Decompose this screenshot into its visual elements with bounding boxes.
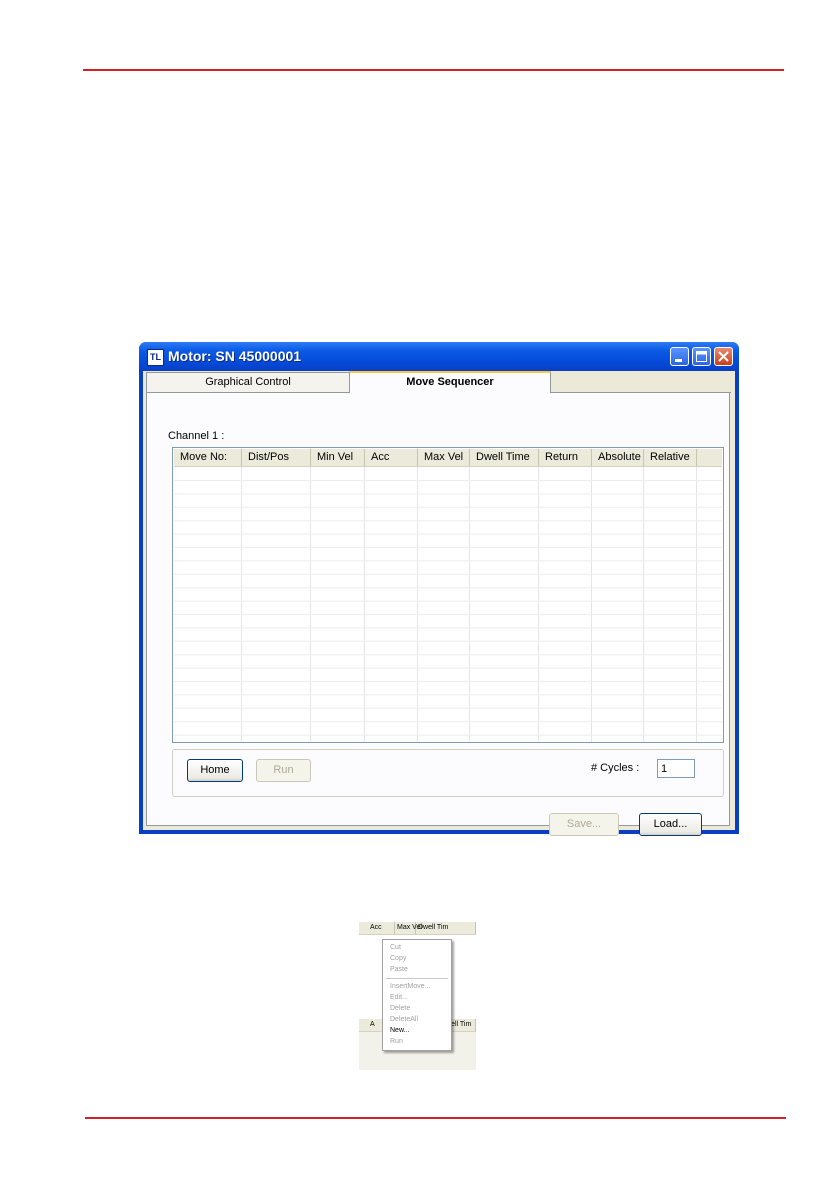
- context-menu-snippet: Acc Max Vel Dwell Tim A well Tim Cut Cop…: [359, 922, 476, 1070]
- cycles-label: # Cycles :: [591, 762, 640, 774]
- table-grid: [174, 467, 722, 742]
- move-sequence-table[interactable]: Move No: Dist/Pos Min Vel Acc Max Vel Dwell T…: [172, 447, 724, 743]
- column-header[interactable]: Dist/Pos: [242, 449, 311, 466]
- minimize-button[interactable]: [670, 347, 689, 366]
- column-header[interactable]: Max Vel: [418, 449, 470, 466]
- column-header[interactable]: Absolute: [592, 449, 644, 466]
- snippet-col: Max Vel: [395, 922, 422, 934]
- footer-rule: [85, 1117, 786, 1119]
- menu-item-delete-all[interactable]: DeleteAll: [390, 1015, 418, 1024]
- save-button[interactable]: Save...: [549, 813, 619, 836]
- window-title: Motor: SN 45000001: [168, 348, 302, 364]
- column-header[interactable]: Min Vel: [311, 449, 365, 466]
- home-button[interactable]: Home: [187, 759, 243, 782]
- close-button[interactable]: [714, 347, 733, 366]
- snippet-col: Acc: [368, 922, 395, 934]
- control-group: [172, 749, 724, 797]
- header-rule: [83, 69, 784, 71]
- close-icon: [718, 351, 729, 362]
- menu-item-run[interactable]: Run: [390, 1037, 403, 1046]
- menu-item-delete[interactable]: Delete: [390, 1004, 410, 1013]
- snippet-col: Dwell Tim: [416, 922, 476, 934]
- column-header[interactable]: Return: [539, 449, 592, 466]
- context-menu: Cut Copy Paste InsertMove... Edit... Del…: [382, 939, 452, 1051]
- column-header[interactable]: Acc: [365, 449, 418, 466]
- channel-label: Channel 1 :: [168, 430, 225, 442]
- motor-window: TL Motor: SN 45000001 Graphical Control …: [139, 342, 739, 836]
- tab-graphical-control[interactable]: Graphical Control: [146, 372, 350, 392]
- tab-move-sequencer[interactable]: Move Sequencer: [349, 371, 551, 393]
- maximize-icon: [696, 351, 707, 362]
- column-header[interactable]: Dwell Time: [470, 449, 539, 466]
- menu-item-insert-move[interactable]: InsertMove...: [390, 982, 430, 991]
- minimize-icon: [675, 359, 682, 362]
- snippet-header-top: Acc Max Vel Dwell Tim: [359, 922, 476, 935]
- menu-item-paste[interactable]: Paste: [390, 965, 408, 974]
- table-header: Move No: Dist/Pos Min Vel Acc Max Vel Dwell T…: [174, 449, 722, 467]
- menu-item-cut[interactable]: Cut: [390, 943, 401, 952]
- menu-item-copy[interactable]: Copy: [390, 954, 406, 963]
- window-client: Graphical Control Move Sequencer Channel…: [143, 371, 735, 836]
- title-bar[interactable]: TL Motor: SN 45000001: [139, 342, 739, 371]
- menu-item-new[interactable]: New...: [390, 1026, 409, 1035]
- cycles-input[interactable]: [657, 759, 695, 778]
- app-icon: TL: [147, 349, 164, 366]
- menu-separator: [386, 978, 448, 979]
- maximize-button[interactable]: [692, 347, 711, 366]
- run-button[interactable]: Run: [256, 759, 311, 782]
- load-button[interactable]: Load...: [639, 813, 702, 836]
- column-header[interactable]: Move No:: [174, 449, 242, 466]
- column-header[interactable]: Relative: [644, 449, 697, 466]
- menu-item-edit[interactable]: Edit...: [390, 993, 408, 1002]
- tab-panel: Channel 1 : Move No: Dist/Pos Min Vel Acc Ma…: [146, 393, 730, 836]
